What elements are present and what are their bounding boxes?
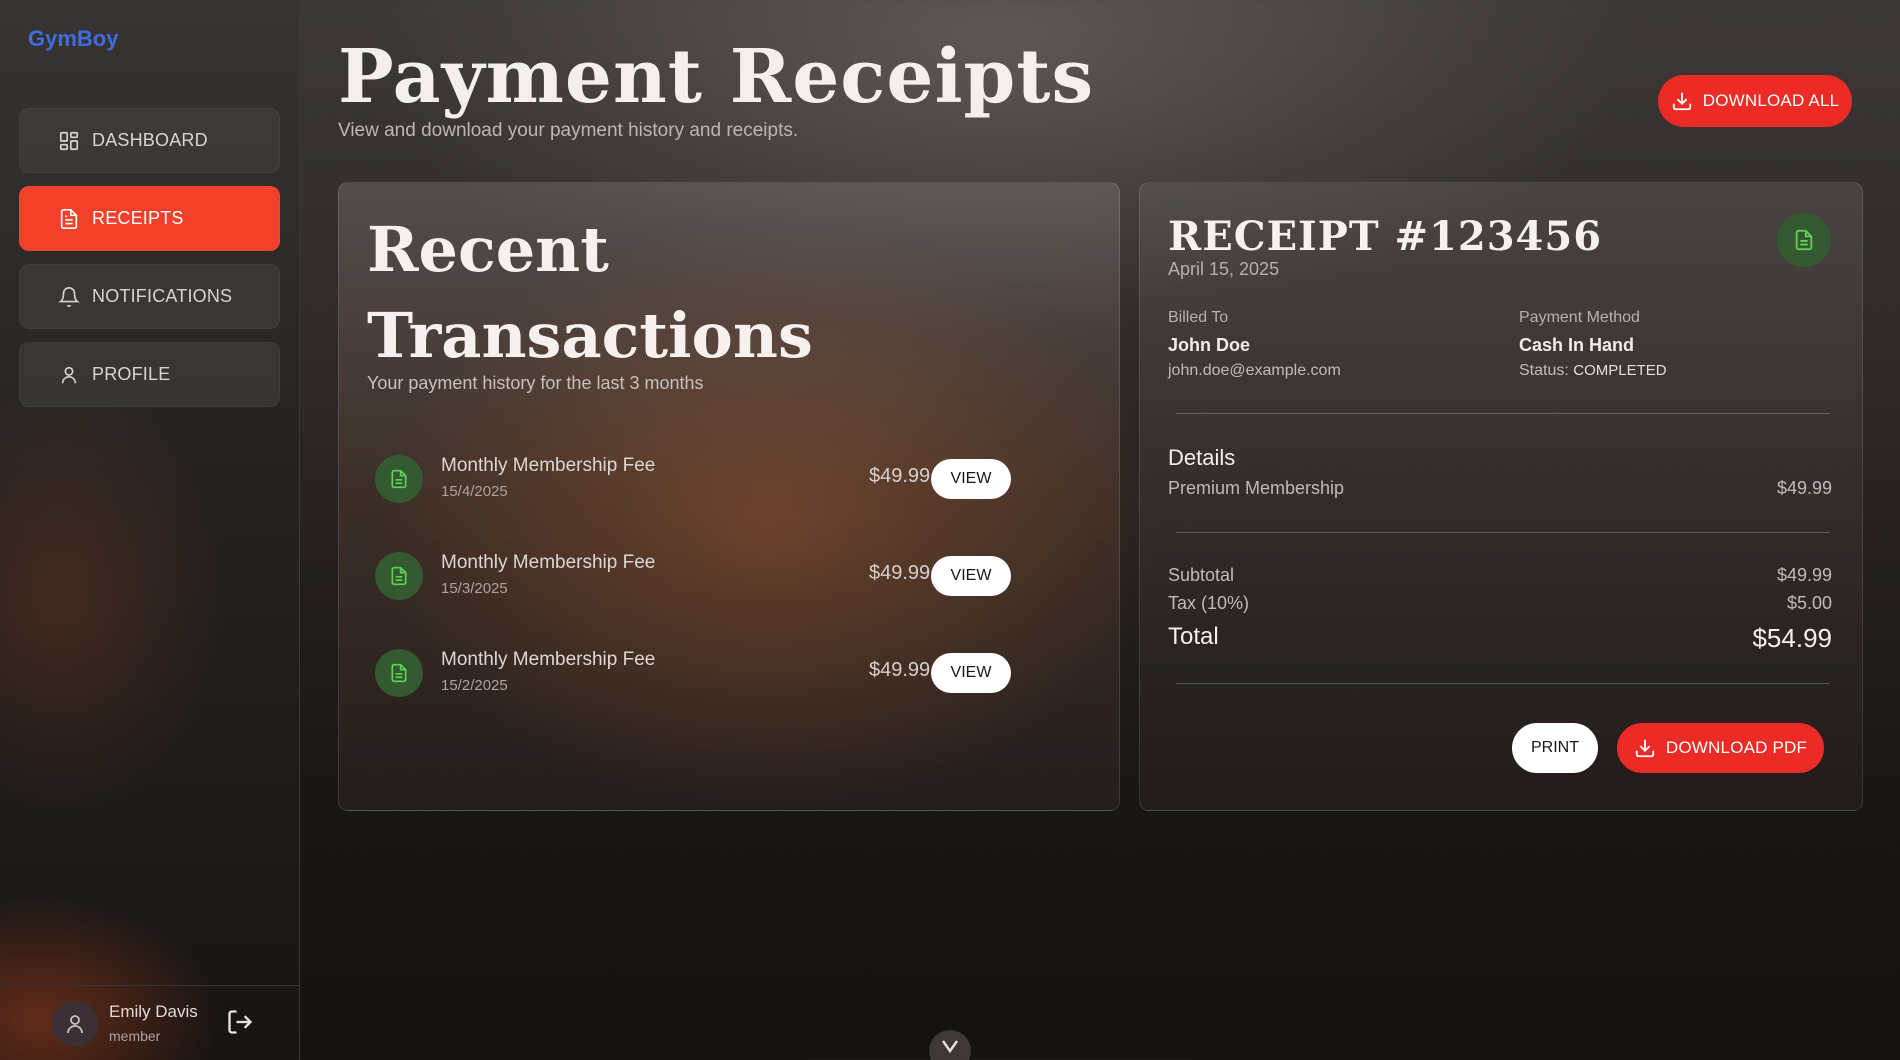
logout-icon bbox=[228, 1010, 253, 1034]
user-name: Emily Davis bbox=[109, 1002, 198, 1021]
tax-value: $5.00 bbox=[1786, 593, 1832, 613]
dashboard-icon bbox=[59, 131, 79, 150]
subtotal-label: Subtotal bbox=[1168, 565, 1235, 585]
subtotal-value: $49.99 bbox=[1776, 565, 1832, 585]
payment-status: Status: COMPLETED bbox=[1519, 362, 1667, 380]
sidebar-item-receipts[interactable]: RECEIPTS bbox=[19, 186, 280, 251]
view-button[interactable]: VIEW bbox=[931, 556, 1011, 596]
avatar[interactable] bbox=[52, 1001, 98, 1047]
payment-method-label: Payment Method bbox=[1519, 309, 1640, 326]
payment-method-value: Cash In Hand bbox=[1519, 335, 1635, 355]
view-button[interactable]: VIEW bbox=[931, 653, 1011, 693]
divider bbox=[1176, 683, 1830, 684]
line-item-name: Premium Membership bbox=[1168, 478, 1345, 498]
bell-icon bbox=[58, 286, 80, 307]
divider bbox=[1176, 413, 1830, 414]
transactions-title: Recent Transactions bbox=[367, 213, 813, 372]
page-subtitle: View and download your payment history a… bbox=[338, 120, 799, 141]
billed-to-name: John Doe bbox=[1168, 335, 1251, 355]
sidebar: GymBoy DASHBOARD RECEIPTS NOTIFICATIONS … bbox=[0, 0, 300, 1060]
tax-label: Tax (10%) bbox=[1168, 593, 1250, 613]
sidebar-item-label: RECEIPTS bbox=[92, 208, 184, 228]
sidebar-item-label: DASHBOARD bbox=[92, 130, 208, 150]
transaction-date: 15/4/2025 bbox=[441, 483, 508, 500]
status-label: Status: bbox=[1519, 362, 1569, 379]
document-icon bbox=[1777, 213, 1831, 267]
print-button[interactable]: PRINT bbox=[1512, 723, 1598, 773]
download-pdf-label: DOWNLOAD PDF bbox=[1665, 738, 1808, 757]
details-heading: Details bbox=[1168, 445, 1236, 470]
transaction-amount: $49.99 bbox=[869, 659, 931, 681]
user-block: Emily Davis member bbox=[0, 985, 300, 1060]
sidebar-item-profile[interactable]: PROFILE bbox=[19, 342, 280, 407]
download-all-button[interactable]: DOWNLOAD ALL bbox=[1658, 75, 1852, 127]
sidebar-item-label: NOTIFICATIONS bbox=[92, 286, 233, 306]
transaction-name: Monthly Membership Fee bbox=[441, 649, 656, 670]
view-button[interactable]: VIEW bbox=[931, 459, 1011, 499]
scroll-down-button[interactable] bbox=[929, 1030, 971, 1060]
line-item-amount: $49.99 bbox=[1776, 478, 1832, 498]
total-label: Total bbox=[1168, 623, 1219, 650]
user-icon bbox=[67, 1015, 83, 1034]
billed-to-label: Billed To bbox=[1168, 309, 1229, 326]
transaction-name: Monthly Membership Fee bbox=[441, 552, 656, 573]
transaction-name: Monthly Membership Fee bbox=[441, 455, 656, 476]
user-role: member bbox=[109, 1028, 161, 1044]
recent-transactions-card: Recent Transactions Your payment history… bbox=[338, 182, 1120, 811]
download-all-label: DOWNLOAD ALL bbox=[1702, 91, 1840, 110]
logout-button[interactable] bbox=[226, 1008, 254, 1036]
user-icon bbox=[61, 366, 77, 383]
document-icon bbox=[375, 455, 423, 503]
transaction-amount: $49.99 bbox=[869, 562, 931, 584]
download-pdf-button[interactable]: DOWNLOAD PDF bbox=[1617, 723, 1824, 773]
download-icon bbox=[1672, 92, 1691, 111]
list-item: Monthly Membership Fee 15/4/2025 $49.99 … bbox=[375, 449, 1075, 509]
receipt-date: April 15, 2025 bbox=[1168, 259, 1280, 279]
transaction-amount: $49.99 bbox=[869, 465, 931, 487]
status-badge: COMPLETED bbox=[1573, 362, 1667, 379]
receipt-card: RECEIPT #123456 April 15, 2025 Billed To… bbox=[1139, 182, 1863, 811]
document-icon bbox=[375, 552, 423, 600]
receipt-title: RECEIPT #123456 bbox=[1168, 213, 1603, 260]
divider bbox=[1176, 532, 1830, 533]
sidebar-item-notifications[interactable]: NOTIFICATIONS bbox=[19, 264, 280, 329]
transaction-date: 15/3/2025 bbox=[441, 580, 508, 597]
brand-logo[interactable]: GymBoy bbox=[28, 26, 118, 52]
receipt-icon bbox=[60, 208, 78, 229]
transaction-date: 15/2/2025 bbox=[441, 677, 508, 694]
document-icon bbox=[375, 649, 423, 697]
download-icon bbox=[1635, 739, 1655, 758]
sidebar-item-dashboard[interactable]: DASHBOARD bbox=[19, 108, 280, 173]
chevron-down-icon bbox=[942, 1040, 958, 1054]
list-item: Monthly Membership Fee 15/3/2025 $49.99 … bbox=[375, 546, 1075, 606]
sidebar-item-label: PROFILE bbox=[92, 364, 171, 384]
transactions-subtitle: Your payment history for the last 3 mont… bbox=[367, 373, 704, 393]
total-value: $54.99 bbox=[1752, 623, 1832, 653]
list-item: Monthly Membership Fee 15/2/2025 $49.99 … bbox=[375, 643, 1075, 703]
page-title: Payment Receipts bbox=[338, 34, 1095, 120]
billed-to-email: john.doe@example.com bbox=[1168, 362, 1341, 379]
